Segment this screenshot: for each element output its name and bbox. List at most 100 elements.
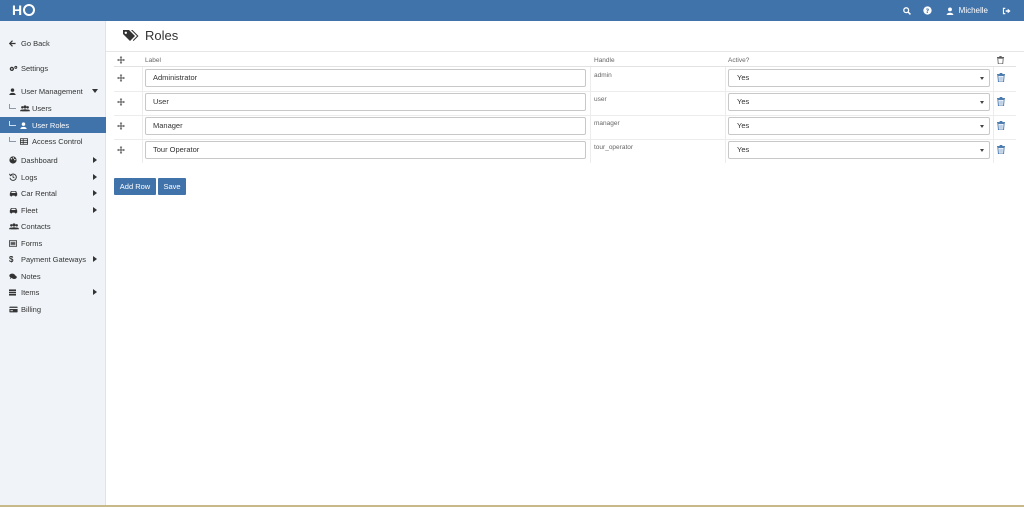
trash-icon[interactable]	[997, 73, 1005, 82]
sidebar-item-logs[interactable]: Logs	[0, 169, 106, 185]
chevron-right-icon	[93, 190, 97, 196]
users-icon	[9, 222, 20, 230]
cogs-icon	[9, 65, 20, 72]
sidebar-item-payment-gateways[interactable]: $ Payment Gateways	[0, 251, 106, 267]
cell-divider	[142, 115, 143, 139]
users-icon	[20, 104, 31, 112]
role-active-select[interactable]: Yes	[728, 69, 990, 87]
cell-divider	[725, 139, 726, 163]
list-icon	[9, 288, 20, 296]
caret-down-icon	[980, 125, 984, 128]
sidebar-item-go-back[interactable]: Go Back	[0, 35, 106, 51]
help-icon[interactable]: ?	[917, 0, 938, 21]
app-logo[interactable]: H	[12, 3, 35, 18]
cell-divider	[993, 67, 994, 91]
role-label-input[interactable]: Tour Operator	[145, 141, 586, 159]
drag-handle-icon[interactable]	[117, 98, 125, 106]
sidebar-item-user-roles[interactable]: User Roles	[0, 117, 106, 133]
sidebar-item-fleet[interactable]: Fleet	[0, 202, 106, 218]
caret-down-icon	[980, 149, 984, 152]
table-row: Manager manager Yes	[106, 115, 1024, 140]
cell-divider	[725, 115, 726, 139]
chevron-right-icon	[93, 207, 97, 213]
divider	[106, 51, 1024, 52]
trash-icon[interactable]	[997, 121, 1005, 130]
sidebar-item-billing[interactable]: Billing	[0, 301, 106, 317]
table-header: Label Handle Active?	[106, 56, 1024, 66]
user-icon	[9, 87, 20, 95]
sidebar-item-label: Payment Gateways	[21, 254, 87, 264]
role-label-input[interactable]: Manager	[145, 117, 586, 135]
cell-divider	[993, 91, 994, 115]
cell-divider	[590, 139, 591, 163]
select-value: Yes	[737, 73, 750, 82]
cell-divider	[725, 91, 726, 115]
list-alt-icon	[9, 239, 20, 247]
sidebar-item-label: Go Back	[21, 38, 50, 48]
search-icon[interactable]	[897, 0, 917, 21]
sidebar-item-label: Forms	[21, 238, 43, 248]
page-header: Roles	[122, 25, 178, 45]
sidebar-item-label: Car Rental	[21, 188, 57, 198]
role-handle: tour_operator	[594, 144, 634, 151]
svg-text:?: ?	[925, 8, 929, 15]
drag-handle-icon[interactable]	[117, 122, 125, 130]
sidebar-item-forms[interactable]: Forms	[0, 235, 106, 251]
role-label-input[interactable]: User	[145, 93, 586, 111]
sidebar-item-label: Billing	[21, 304, 42, 314]
comments-icon	[9, 273, 20, 280]
trash-icon[interactable]	[997, 97, 1005, 106]
role-label-input[interactable]: Administrator	[145, 69, 586, 87]
role-handle: user	[594, 96, 607, 103]
sidebar-item-label: User Roles	[32, 120, 70, 130]
car-icon	[9, 190, 20, 197]
sidebar-item-notes[interactable]: Notes	[0, 268, 106, 284]
chevron-right-icon	[93, 174, 97, 180]
chevron-down-icon	[92, 89, 98, 93]
sidebar-item-contacts[interactable]: Contacts	[0, 218, 106, 234]
sidebar-item-dashboard[interactable]: Dashboard	[0, 152, 106, 168]
user-menu[interactable]: Michelle	[938, 6, 996, 15]
cell-divider	[993, 139, 994, 163]
user-name: Michelle	[958, 6, 988, 15]
cell-divider	[142, 67, 143, 91]
drag-handle-icon[interactable]	[117, 74, 125, 82]
sidebar-item-label: Users	[32, 103, 52, 113]
palette-icon	[9, 156, 20, 164]
top-bar: H ? Michelle	[0, 0, 1024, 21]
history-icon	[9, 173, 20, 181]
sidebar-item-access-control[interactable]: Access Control	[0, 133, 106, 149]
sidebar-item-label: Dashboard	[21, 155, 58, 165]
sidebar: Go Back Settings User Management Users U…	[0, 21, 106, 507]
main-content: Roles Label Handle Active? Administrator…	[106, 21, 1024, 507]
sidebar-item-label: Notes	[21, 271, 41, 281]
table-row: Administrator admin Yes	[106, 67, 1024, 92]
tags-icon	[123, 29, 139, 41]
column-header-active: Active?	[728, 57, 750, 64]
drag-column-icon	[117, 56, 125, 66]
sidebar-item-label: Settings	[21, 63, 49, 73]
sidebar-item-label: Items	[21, 287, 40, 297]
table-icon	[20, 137, 31, 145]
tree-elbow	[9, 137, 16, 142]
table-row: Tour Operator tour_operator Yes	[106, 139, 1024, 163]
cell-divider	[142, 91, 143, 115]
role-active-select[interactable]: Yes	[728, 117, 990, 135]
sidebar-item-car-rental[interactable]: Car Rental	[0, 185, 106, 201]
sidebar-item-users[interactable]: Users	[0, 100, 106, 116]
role-handle: manager	[594, 120, 620, 127]
trash-icon[interactable]	[997, 145, 1005, 154]
drag-handle-icon[interactable]	[117, 146, 125, 154]
logout-icon[interactable]	[996, 0, 1024, 21]
caret-down-icon	[980, 77, 984, 80]
role-active-select[interactable]: Yes	[728, 141, 990, 159]
sidebar-item-items[interactable]: Items	[0, 284, 106, 300]
add-row-button[interactable]: Add Row	[114, 178, 156, 195]
caret-down-icon	[980, 101, 984, 104]
top-bar-actions: ? Michelle	[897, 0, 1024, 21]
sidebar-item-settings[interactable]: Settings	[0, 60, 106, 76]
role-active-select[interactable]: Yes	[728, 93, 990, 111]
select-value: Yes	[737, 97, 750, 106]
sidebar-item-user-management[interactable]: User Management	[0, 83, 106, 99]
save-button[interactable]: Save	[158, 178, 186, 195]
